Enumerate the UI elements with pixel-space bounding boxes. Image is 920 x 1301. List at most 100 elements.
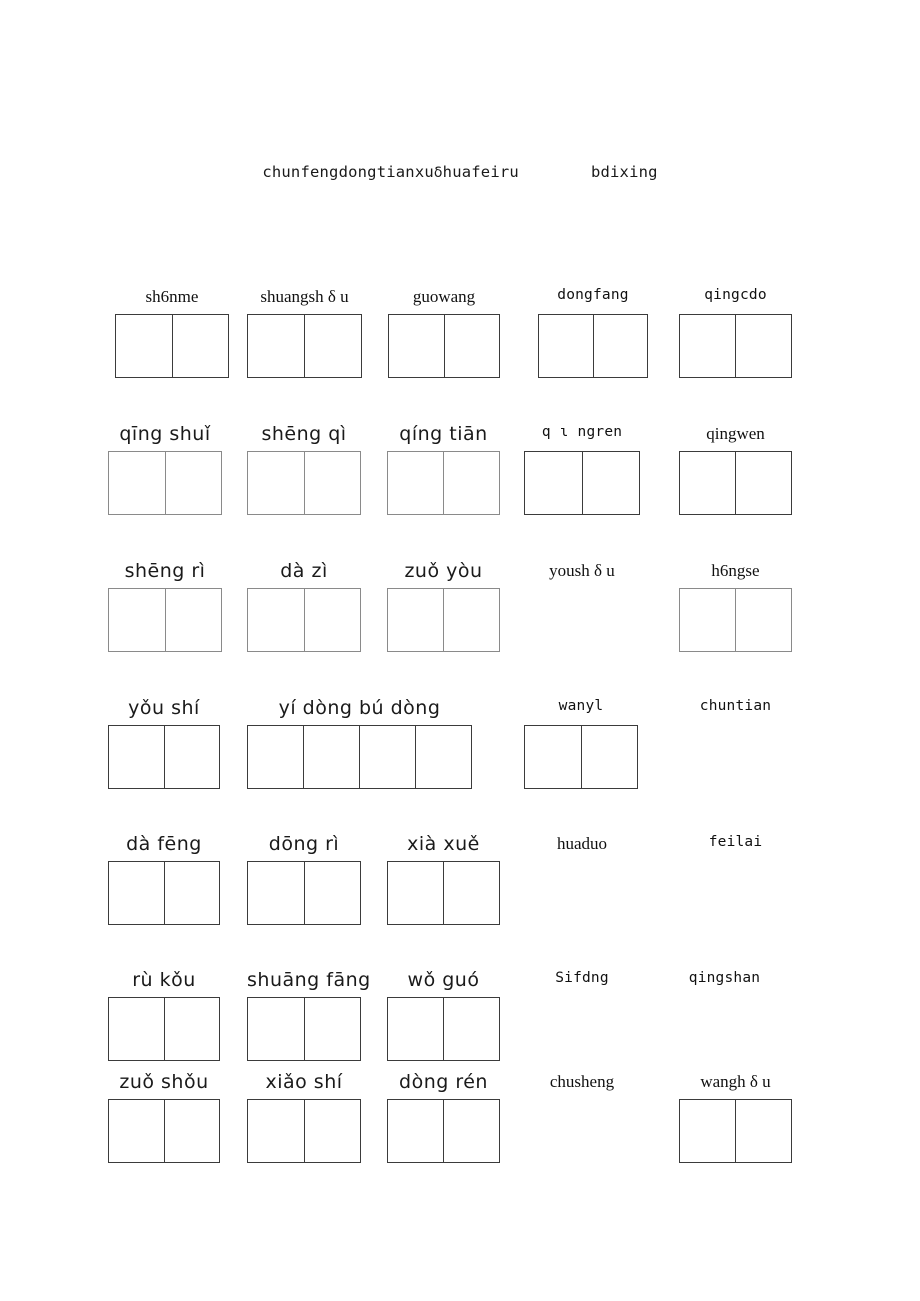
character-grid-cell[interactable] [305, 998, 361, 1060]
character-grid-cell[interactable] [166, 589, 222, 651]
character-grid-cell[interactable] [416, 726, 471, 788]
character-grid-cell[interactable] [248, 726, 304, 788]
character-grid-cell[interactable] [248, 1100, 305, 1162]
character-grid-cell[interactable] [444, 589, 499, 651]
character-grid-cell[interactable] [680, 315, 736, 377]
cell-label: qīng shuǐ [119, 423, 211, 445]
cell-label: yí dòng bú dòng [278, 697, 441, 719]
exercise-cell-7-5: wangh δ u [679, 1073, 792, 1163]
cell-label: dà zì [280, 560, 328, 582]
character-grid-cell[interactable] [594, 315, 648, 377]
character-grid-cell[interactable] [165, 726, 220, 788]
character-grid-box[interactable] [247, 861, 361, 925]
exercise-row-6: rù kǒu shuāng fāng wǒ guó Sifdng qingsha… [0, 969, 920, 1073]
character-grid-box[interactable] [524, 725, 638, 789]
exercise-cell-6-2: shuāng fāng [247, 970, 370, 1061]
character-grid-cell[interactable] [736, 589, 791, 651]
character-grid-cell[interactable] [388, 589, 444, 651]
character-grid-cell[interactable] [539, 315, 594, 377]
exercise-cell-2-3: qíng tiān [387, 424, 500, 515]
character-grid-cell[interactable] [305, 315, 361, 377]
character-grid-box[interactable] [108, 1099, 220, 1163]
character-grid-cell[interactable] [165, 862, 220, 924]
character-grid-cell[interactable] [304, 726, 360, 788]
character-grid-cell[interactable] [444, 1100, 499, 1162]
character-grid-cell[interactable] [525, 452, 583, 514]
character-grid-box[interactable] [108, 725, 220, 789]
exercise-cell-1-1: sh6nme [115, 288, 229, 378]
character-grid-cell[interactable] [173, 315, 229, 377]
cell-label: wangh δ u [700, 1072, 771, 1091]
character-grid-cell[interactable] [109, 1100, 165, 1162]
character-grid-box[interactable] [247, 314, 362, 378]
character-grid-box[interactable] [679, 314, 792, 378]
character-grid-cell[interactable] [680, 1100, 736, 1162]
character-grid-box[interactable] [247, 1099, 361, 1163]
character-grid-cell[interactable] [248, 862, 305, 924]
character-grid-box[interactable] [387, 861, 500, 925]
character-grid-box[interactable] [524, 451, 640, 515]
character-grid-box[interactable] [387, 588, 500, 652]
exercise-cell-5-1: dà fēng [108, 834, 220, 925]
character-grid-cell[interactable] [388, 998, 444, 1060]
character-grid-cell[interactable] [388, 1100, 444, 1162]
character-grid-box[interactable] [387, 1099, 500, 1163]
character-grid-cell[interactable] [248, 452, 305, 514]
character-grid-box[interactable] [115, 314, 229, 378]
character-grid-cell[interactable] [389, 315, 445, 377]
exercise-cell-6-1: rù kǒu [108, 969, 220, 1061]
character-grid-box[interactable] [679, 451, 792, 515]
character-grid-cell[interactable] [680, 589, 736, 651]
character-grid-cell[interactable] [360, 726, 416, 788]
character-grid-cell[interactable] [109, 862, 165, 924]
character-grid-box[interactable] [387, 451, 500, 515]
character-grid-cell[interactable] [248, 315, 305, 377]
exercise-cell-1-4: dongfang [538, 287, 648, 378]
character-grid-box[interactable] [387, 997, 500, 1061]
character-grid-cell[interactable] [305, 589, 361, 651]
character-grid-box[interactable] [108, 997, 220, 1061]
character-grid-box[interactable] [108, 861, 220, 925]
character-grid-box[interactable] [538, 314, 648, 378]
cell-label: rù kǒu [132, 969, 196, 991]
exercise-cell-7-2: xiǎo shí [247, 1072, 361, 1163]
character-grid-cell[interactable] [583, 452, 640, 514]
character-grid-cell[interactable] [444, 998, 499, 1060]
character-grid-cell[interactable] [736, 1100, 791, 1162]
character-grid-cell[interactable] [248, 998, 305, 1060]
character-grid-box[interactable] [679, 1099, 792, 1163]
character-grid-box[interactable] [247, 725, 472, 789]
character-grid-cell[interactable] [248, 589, 305, 651]
character-grid-cell[interactable] [165, 998, 220, 1060]
character-grid-box[interactable] [247, 588, 361, 652]
character-grid-box[interactable] [108, 451, 222, 515]
exercise-cell-1-2: shuangsh δ u [247, 288, 362, 378]
character-grid-cell[interactable] [305, 1100, 361, 1162]
character-grid-cell[interactable] [388, 862, 444, 924]
character-grid-cell[interactable] [445, 315, 500, 377]
character-grid-cell[interactable] [165, 1100, 220, 1162]
character-grid-cell[interactable] [116, 315, 173, 377]
exercise-cell-5-5: feilai [679, 834, 792, 925]
character-grid-box[interactable] [679, 588, 792, 652]
character-grid-box[interactable] [108, 588, 222, 652]
character-grid-cell[interactable] [109, 589, 166, 651]
character-grid-cell[interactable] [736, 452, 791, 514]
character-grid-cell[interactable] [525, 726, 582, 788]
character-grid-cell[interactable] [305, 452, 361, 514]
character-grid-cell[interactable] [582, 726, 638, 788]
character-grid-cell[interactable] [109, 726, 165, 788]
character-grid-cell[interactable] [388, 452, 444, 514]
character-grid-cell[interactable] [305, 862, 361, 924]
character-grid-cell[interactable] [444, 862, 499, 924]
character-grid-cell[interactable] [166, 452, 222, 514]
character-grid-box[interactable] [388, 314, 500, 378]
character-grid-cell[interactable] [680, 452, 736, 514]
character-grid-cell[interactable] [736, 315, 791, 377]
character-grid-box[interactable] [247, 451, 361, 515]
character-grid-cell[interactable] [109, 452, 166, 514]
cell-label: h6ngse [711, 561, 760, 580]
character-grid-box[interactable] [247, 997, 361, 1061]
character-grid-cell[interactable] [109, 998, 165, 1060]
character-grid-cell[interactable] [444, 452, 499, 514]
